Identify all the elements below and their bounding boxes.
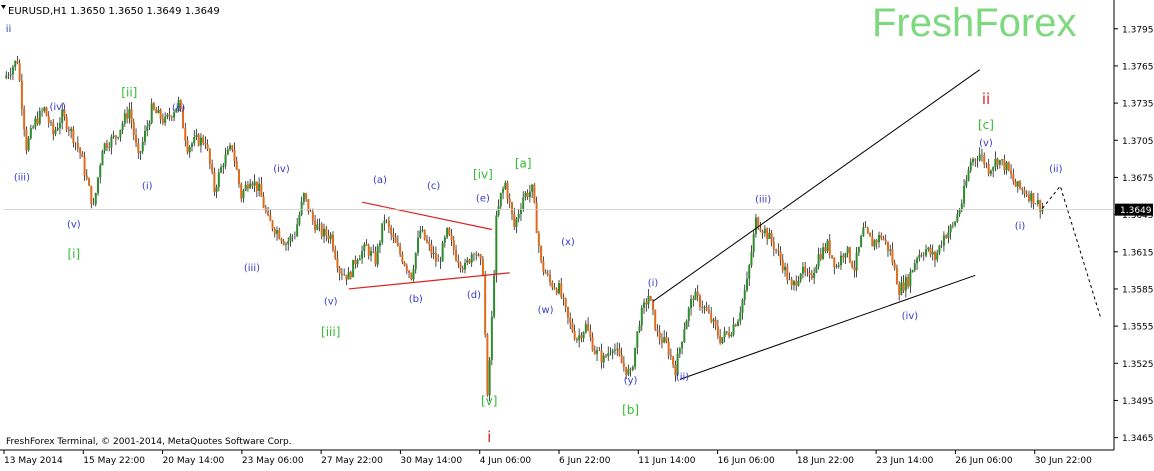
y-tick-label: 1.3765: [1122, 62, 1154, 72]
wave-label: (v): [324, 296, 338, 307]
current-price-label: 1.3649: [1120, 206, 1152, 216]
x-tick-label: 4 Jun 06:00: [480, 456, 532, 466]
x-tick-label: 30 May 14:00: [400, 456, 462, 466]
wave-label: [c]: [978, 118, 994, 132]
wave-label: (y): [624, 376, 638, 387]
wave-label: (v): [67, 220, 81, 231]
wave-label: ii: [6, 24, 12, 35]
wave-label: (ii): [172, 103, 185, 114]
wave-label: (ii): [1049, 164, 1062, 175]
wave-label: (i): [648, 278, 659, 289]
x-tick-label: 15 May 22:00: [83, 456, 145, 466]
y-tick-label: 1.3615: [1122, 248, 1154, 258]
y-tick-label: 1.3795: [1122, 25, 1154, 35]
forecast-path: [1041, 185, 1102, 318]
wave-label: (iii): [14, 172, 30, 183]
wave-label: (i): [142, 181, 153, 192]
x-tick-label: 13 May 2014: [4, 456, 63, 466]
chart-svg: ii (iv) [ii] (ii) (iii) (i) (iv) (v) [i] (iii) (a)…: [0, 0, 1154, 466]
wave-label: (ii): [676, 372, 689, 383]
y-tick-label: 1.3735: [1122, 100, 1154, 110]
brand-watermark: FreshForex: [872, 1, 1077, 45]
x-tick-label: 16 Jun 06:00: [718, 456, 775, 466]
x-tick-label: 26 Jun 06:00: [955, 456, 1012, 466]
footer-copyright: FreshForex Terminal, © 2001-2014, MetaQu…: [6, 437, 292, 447]
wave-label: (a): [373, 175, 387, 186]
x-tick-label: 20 May 14:00: [163, 456, 225, 466]
price-series: [5, 55, 1044, 402]
axes: 1.37951.37651.37351.37051.36751.36451.36…: [0, 0, 1154, 466]
wave-label: (c): [427, 181, 440, 192]
wave-labels: ii (iv) [ii] (ii) (iii) (i) (iv) (v) [i] (iii) (a)…: [6, 24, 1063, 446]
wave-label: (x): [561, 237, 575, 248]
x-tick-label: 27 May 22:00: [321, 456, 383, 466]
chevron-down-icon[interactable]: [1, 5, 6, 9]
wave-label: (e): [476, 194, 490, 205]
wave-label: (b): [409, 294, 423, 305]
wave-label: [iv]: [473, 167, 493, 181]
wave-label: (iv): [273, 164, 290, 175]
y-tick-label: 1.3495: [1122, 397, 1154, 407]
channel-line: [679, 274, 976, 380]
y-tick-label: 1.3525: [1122, 360, 1154, 370]
wave-label: (w): [538, 305, 554, 316]
x-tick-label: 6 Jun 22:00: [559, 456, 611, 466]
wave-label: (d): [467, 290, 481, 301]
wave-label: [b]: [622, 403, 639, 417]
wave-label: (iv): [902, 311, 919, 322]
wave-label: [iii]: [321, 325, 340, 339]
y-tick-label: 1.3675: [1122, 174, 1154, 184]
wave-label: [i]: [67, 247, 80, 261]
wave-label: (iii): [244, 263, 260, 274]
y-tick-label: 1.3585: [1122, 285, 1154, 295]
x-tick-label: 11 Jun 14:00: [638, 456, 695, 466]
x-tick-label: 30 Jun 22:00: [1035, 456, 1092, 466]
x-tick-label: 23 Jun 14:00: [876, 456, 933, 466]
wave-label: i: [487, 428, 491, 446]
wave-label: (v): [979, 138, 993, 149]
y-tick-label: 1.3705: [1122, 137, 1154, 147]
wave-label: ii: [982, 90, 990, 108]
wave-label: (iv): [49, 102, 66, 113]
wave-label: [ii]: [121, 86, 137, 100]
y-tick-label: 1.3465: [1122, 434, 1154, 444]
wave-label: [a]: [515, 156, 532, 170]
wave-label: [v]: [481, 394, 497, 408]
y-tick-label: 1.3555: [1122, 323, 1154, 333]
x-tick-label: 18 Jun 22:00: [797, 456, 854, 466]
wave-label: (i): [1015, 221, 1026, 232]
symbol-header: EURUSD,H1 1.3650 1.3650 1.3649 1.3649: [8, 6, 220, 17]
x-tick-label: 23 May 06:00: [242, 456, 304, 466]
chart: ii (iv) [ii] (ii) (iii) (i) (iv) (v) [i] (iii) (a)…: [0, 0, 1154, 467]
wave-label: (iii): [755, 195, 771, 206]
